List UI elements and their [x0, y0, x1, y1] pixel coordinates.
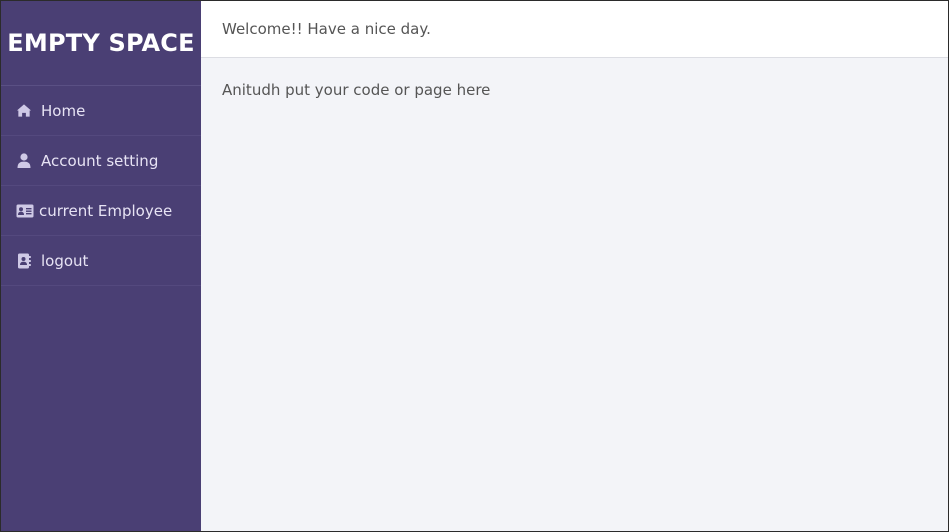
sidebar-item-account-setting[interactable]: Account setting: [1, 136, 201, 186]
header-bar: Welcome!! Have a nice day.: [201, 1, 948, 58]
app-window: EMPTY SPACE Home Account setting current…: [0, 0, 949, 532]
id-card-icon: [16, 203, 34, 219]
sidebar-item-logout[interactable]: logout: [1, 236, 201, 286]
sidebar-item-label: current Employee: [39, 201, 173, 220]
sidebar-item-label: logout: [41, 251, 89, 270]
content-placeholder-text: Anitudh put your code or page here: [222, 81, 491, 99]
home-icon: [16, 103, 32, 119]
sidebar-item-label: Home: [41, 101, 86, 120]
main-content: Anitudh put your code or page here: [201, 58, 948, 531]
sidebar-item-current-employee[interactable]: current Employee: [1, 186, 201, 236]
sidebar-item-home[interactable]: Home: [1, 86, 201, 136]
welcome-message: Welcome!! Have a nice day.: [222, 20, 431, 38]
sidebar-item-label: Account setting: [41, 151, 159, 170]
sidebar: EMPTY SPACE Home Account setting current…: [1, 1, 201, 531]
address-book-icon: [16, 253, 32, 269]
user-icon: [16, 153, 32, 169]
brand-title: EMPTY SPACE: [1, 1, 201, 86]
